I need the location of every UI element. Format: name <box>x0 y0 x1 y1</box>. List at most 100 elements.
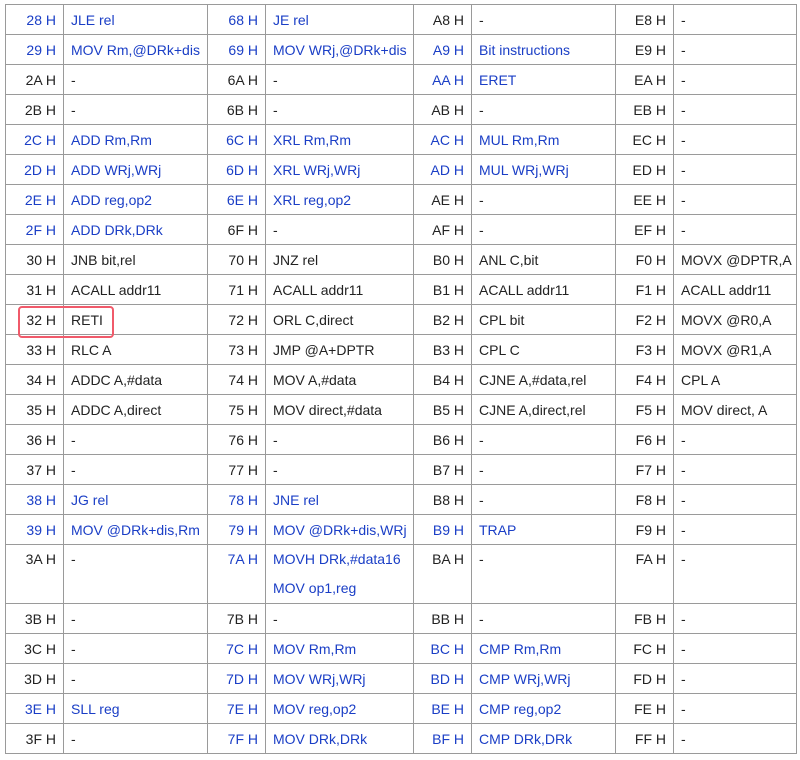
mnemonic-text: - <box>681 551 686 567</box>
opcode-cell: F1 H <box>615 274 674 305</box>
opcode-cell: FE H <box>615 693 674 724</box>
opcode-cell: A8 H <box>413 4 472 35</box>
mnemonic-cell: MOV WRj,WRj <box>265 663 414 694</box>
mnemonic-cell: ERET <box>471 64 616 95</box>
mnemonic-cell: ACALL addr11 <box>471 274 616 305</box>
table-row: 38 H JG rel 78 H JNE rel B8 H - F8 H- <box>5 484 797 515</box>
mnemonic-cell: CJNE A,direct,rel <box>471 394 616 425</box>
opcode-cell: BC H <box>413 633 472 664</box>
opcode-cell: F5 H <box>615 394 674 425</box>
opcode-cell: 71 H <box>207 274 266 305</box>
mnemonic-cell: ANL C,bit <box>471 244 616 275</box>
opcode-cell: 31 H <box>5 274 64 305</box>
mnemonic-cell: MOV DRk,DRk <box>265 723 414 754</box>
mnemonic-cell: ACALL addr11 <box>63 274 208 305</box>
mnemonic-cell: - <box>63 424 208 455</box>
opcode-cell: 7A H <box>207 544 266 604</box>
table-row: 34 H ADDC A,#data 74 H MOV A,#data B4 H CJNE … <box>5 364 797 395</box>
opcode-cell: FF H <box>615 723 674 754</box>
mnemonic-cell: - <box>673 633 797 664</box>
opcode-cell: 36 H <box>5 424 64 455</box>
mnemonic-cell: CMP DRk,DRk <box>471 723 616 754</box>
opcode-cell: AF H <box>413 214 472 245</box>
opcode-cell: 3F H <box>5 723 64 754</box>
opcode-cell: EF H <box>615 214 674 245</box>
opcode-cell: 68 H <box>207 4 266 35</box>
opcode-cell: 70 H <box>207 244 266 275</box>
mnemonic-cell: - <box>63 64 208 95</box>
opcode-cell: 2D H <box>5 154 64 185</box>
mnemonic-cell: MOV reg,op2 <box>265 693 414 724</box>
table-row: 2D H ADD WRj,WRj 6D H XRL WRj,WRj AD H MUL WR… <box>5 154 797 185</box>
mnemonic-cell: ADD WRj,WRj <box>63 154 208 185</box>
mnemonic-cell: ADD Rm,Rm <box>63 124 208 155</box>
opcode-cell: F6 H <box>615 424 674 455</box>
opcode-cell: 73 H <box>207 334 266 365</box>
opcode-cell: 3E H <box>5 693 64 724</box>
opcode-cell: EA H <box>615 64 674 95</box>
mnemonic-cell: CMP Rm,Rm <box>471 633 616 664</box>
opcode-cell: 6B H <box>207 94 266 125</box>
opcode-cell: FB H <box>615 603 674 634</box>
opcode-cell: F8 H <box>615 484 674 515</box>
table-row: 3D H -7D H MOV WRj,WRj BD H CMP WRj,WRj FD H- <box>5 663 797 694</box>
table-row: 2C H ADD Rm,Rm 6C H XRL Rm,Rm AC H MUL Rm,Rm E… <box>5 124 797 155</box>
table-row: 29 H MOV Rm,@DRk+dis 69 H MOV WRj,@DRk+dis A… <box>5 34 797 65</box>
mnemonic-cell: - <box>471 4 616 35</box>
opcode-cell: BA H <box>413 544 472 604</box>
mnemonic-cell: MOVX @DPTR,A <box>673 244 797 275</box>
mnemonic-cell: JNE rel <box>265 484 414 515</box>
mnemonic-cell: - <box>471 214 616 245</box>
mnemonic-cell: - <box>265 424 414 455</box>
mnemonic-cell: CJNE A,#data,rel <box>471 364 616 395</box>
opcode-cell: 75 H <box>207 394 266 425</box>
opcode-cell: 78 H <box>207 484 266 515</box>
opcode-cell: AA H <box>413 64 472 95</box>
mnemonic-cell: - <box>673 34 797 65</box>
mnemonic-cell: ADDC A,direct <box>63 394 208 425</box>
opcode-cell: B1 H <box>413 274 472 305</box>
mnemonic-cell: - <box>673 544 797 604</box>
mnemonic-cell: CPL C <box>471 334 616 365</box>
mnemonic-cell: JG rel <box>63 484 208 515</box>
mnemonic-cell: MOV WRj,@DRk+dis <box>265 34 414 65</box>
opcode-cell: 2E H <box>5 184 64 215</box>
opcode-cell: EC H <box>615 124 674 155</box>
mnemonic-cell: - <box>471 184 616 215</box>
mnemonic-cell: - <box>63 633 208 664</box>
opcode-cell: 38 H <box>5 484 64 515</box>
opcode-table: 28 H JLE rel 68 H JE rel A8 H - E8 H -29 H MOV R… <box>5 4 797 754</box>
table-row: 35 H ADDC A,direct 75 H MOV direct,#data B5 … <box>5 394 797 425</box>
table-row: 3E H SLL reg 7E H MOV reg,op2 BE H CMP reg,op… <box>5 693 797 724</box>
opcode-cell: 6E H <box>207 184 266 215</box>
opcode-text: 3A H <box>25 551 56 567</box>
opcode-text: 7A H <box>227 551 258 567</box>
mnemonic-cell: MOV direct,#data <box>265 394 414 425</box>
table-row: 37 H -77 H - B7 H - F7 H- <box>5 454 797 485</box>
mnemonic-cell: RLC A <box>63 334 208 365</box>
mnemonic-cell: - <box>471 603 616 634</box>
opcode-cell: 35 H <box>5 394 64 425</box>
opcode-cell: 28 H <box>5 4 64 35</box>
mnemonic-cell: - <box>63 454 208 485</box>
table-row: 3A H -7A H MOVH DRk,#data16 MOV op1,reg BA H… <box>5 544 797 604</box>
mnemonic-cell: JE rel <box>265 4 414 35</box>
mnemonic-cell: JLE rel <box>63 4 208 35</box>
opcode-cell: 33 H <box>5 334 64 365</box>
mnemonic-cell: - <box>471 544 616 604</box>
opcode-cell: 77 H <box>207 454 266 485</box>
mnemonic-cell: JNB bit,rel <box>63 244 208 275</box>
mnemonic-cell: MUL Rm,Rm <box>471 124 616 155</box>
opcode-cell: 7E H <box>207 693 266 724</box>
opcode-cell: 2F H <box>5 214 64 245</box>
opcode-cell: FD H <box>615 663 674 694</box>
table-row: 2B H -6B H - AB H - EB H- <box>5 94 797 125</box>
table-row: 39 H MOV @DRk+dis,Rm 79 H MOV @DRk+dis,WRj B… <box>5 514 797 545</box>
opcode-cell: F9 H <box>615 514 674 545</box>
table-row: 33 H RLC A 73 H JMP @A+DPTR B3 H CPL C F3 H MOV… <box>5 334 797 365</box>
opcode-cell: 7F H <box>207 723 266 754</box>
mnemonic-cell: - <box>63 544 208 604</box>
opcode-cell: FC H <box>615 633 674 664</box>
opcode-cell: 72 H <box>207 304 266 335</box>
mnemonic-cell: - <box>265 603 414 634</box>
